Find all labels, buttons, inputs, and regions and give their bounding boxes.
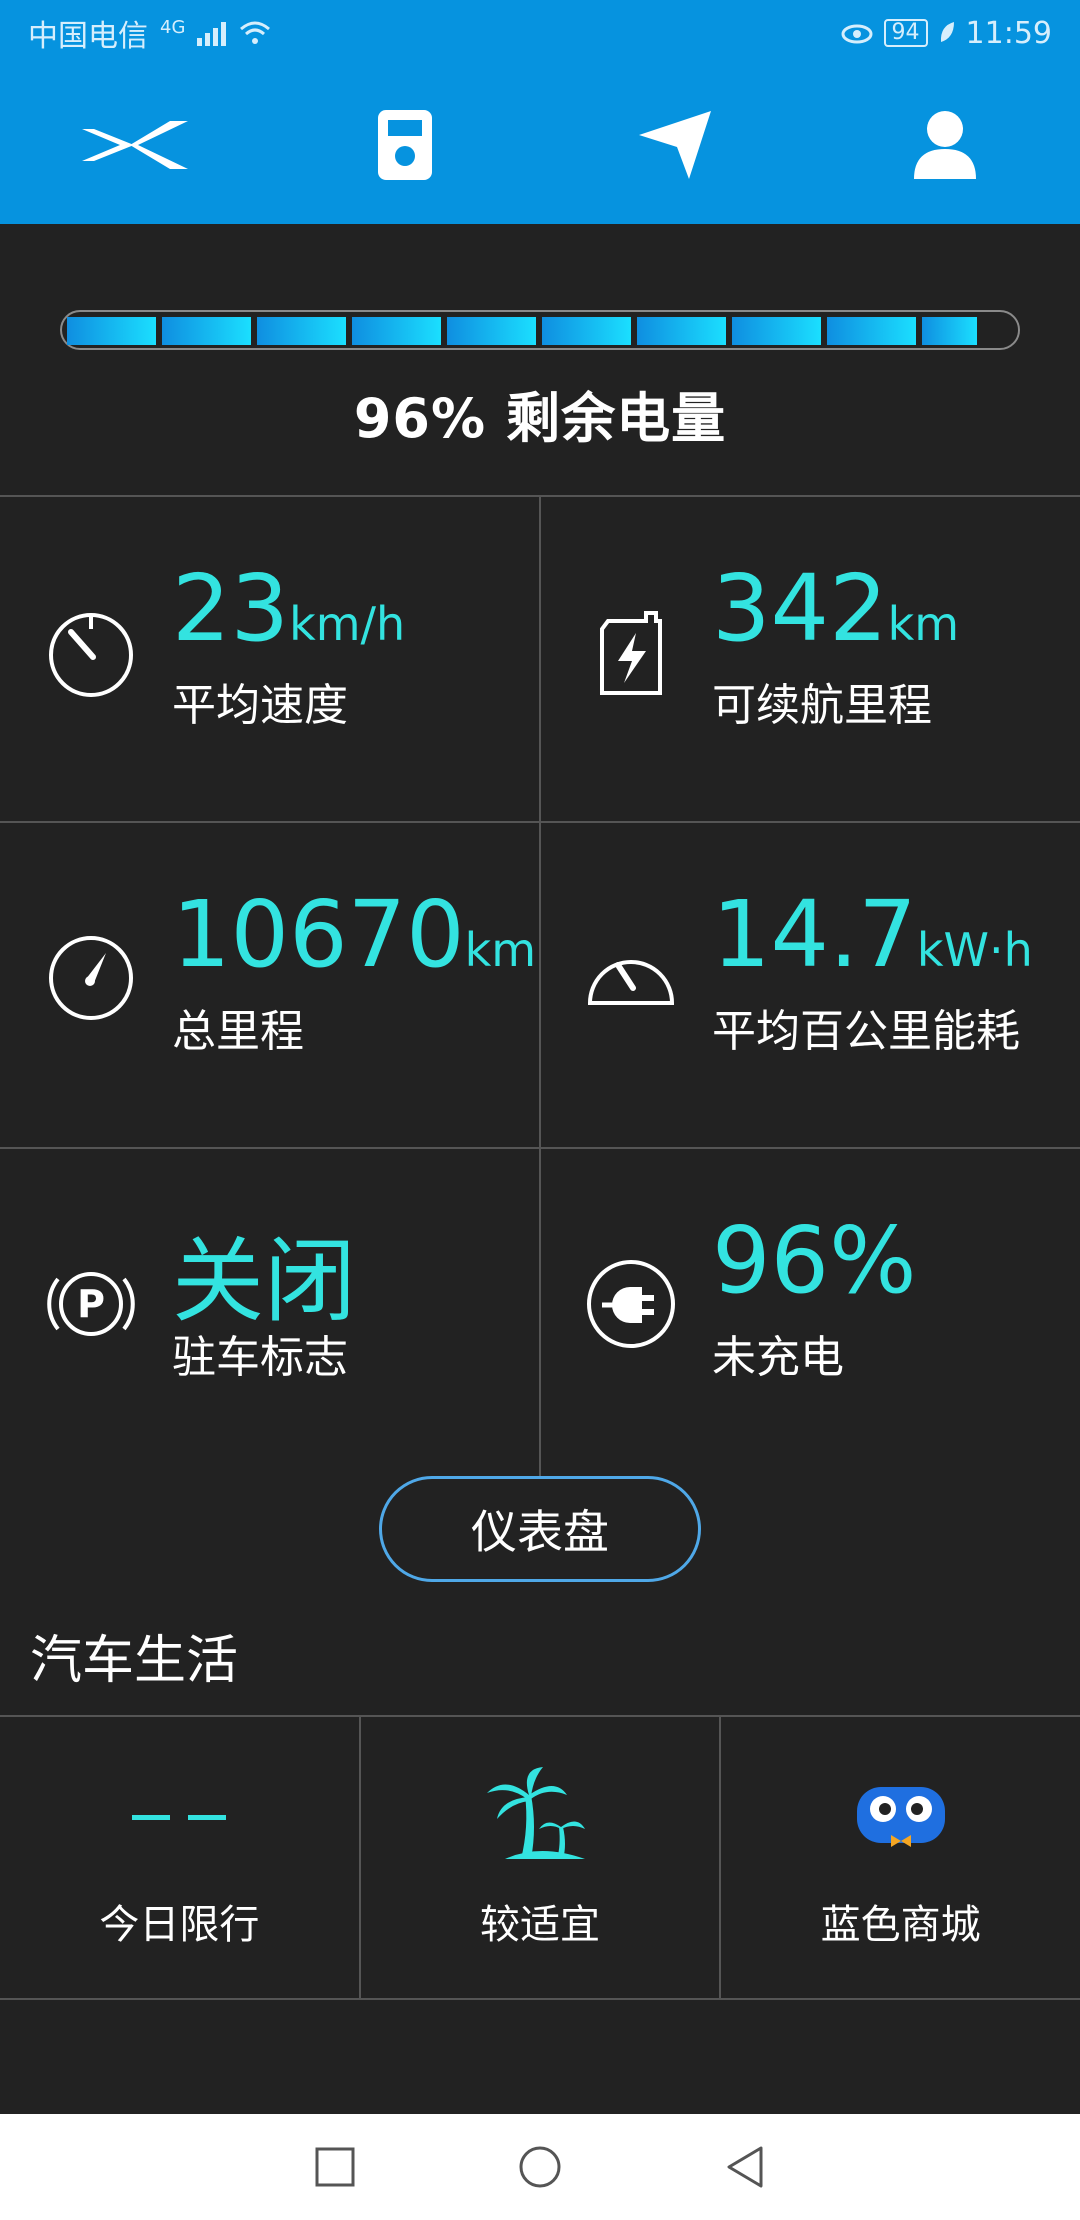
- car-life-item-weather[interactable]: 较适宜: [358, 1717, 720, 1998]
- speedometer-icon: [49, 936, 133, 1020]
- car-life-panel: 今日限行 较适宜 蓝色商城: [0, 1715, 1080, 2000]
- battery-caption: 剩余电量: [506, 387, 727, 450]
- system-nav-bar: [0, 2114, 1080, 2220]
- stat-value: 14.7kW·h: [712, 881, 1033, 988]
- stat-value: 342km: [712, 555, 960, 662]
- back-icon[interactable]: [715, 2137, 775, 2197]
- stat-label: 平均速度: [172, 680, 348, 731]
- stopwatch-icon: [49, 613, 133, 697]
- car-life-item-shop[interactable]: 蓝色商城: [719, 1717, 1080, 1998]
- car-life-item-traffic-restriction[interactable]: 今日限行: [0, 1717, 359, 1998]
- dashboard-button[interactable]: 仪表盘: [379, 1476, 701, 1582]
- battery-segment: [257, 317, 346, 345]
- stat-parking-brake: P 关闭 驻车标志: [0, 1149, 540, 1475]
- battery-segment: [162, 317, 251, 345]
- stat-charging-status: 96% 未充电: [540, 1149, 1080, 1475]
- stat-value: 23km/h: [172, 555, 406, 662]
- network-type: 4G: [160, 17, 186, 38]
- top-nav: [0, 66, 1080, 224]
- eye-comfort-icon: [841, 24, 873, 44]
- mascot-icon: [846, 1767, 956, 1867]
- navigation-arrow-icon[interactable]: [610, 80, 740, 210]
- battery-segment: [922, 317, 977, 345]
- stat-label: 可续航里程: [712, 680, 932, 731]
- carrier-name: 中国电信: [28, 19, 148, 54]
- stat-label: 未充电: [712, 1332, 844, 1383]
- xpeng-logo-icon[interactable]: [70, 80, 200, 210]
- battery-indicator: 94: [883, 19, 928, 47]
- battery-segment: [827, 317, 916, 345]
- stat-total-mileage: 10670km 总里程: [0, 823, 540, 1149]
- battery-segment: [447, 317, 536, 345]
- recent-apps-icon[interactable]: [305, 2137, 365, 2197]
- battery-segment: [637, 317, 726, 345]
- stat-range: 342km 可续航里程: [540, 497, 1080, 823]
- stat-energy-consumption: 14.7kW·h 平均百公里能耗: [540, 823, 1080, 1149]
- stat-label: 驻车标志: [172, 1332, 348, 1383]
- profile-icon[interactable]: [880, 80, 1010, 210]
- car-key-icon[interactable]: [340, 80, 470, 210]
- status-bar: 中国电信 4G 94 11:59: [0, 0, 1080, 66]
- stat-label: 总里程: [172, 1006, 304, 1057]
- plug-icon: [587, 1260, 675, 1348]
- battery-segment: [732, 317, 821, 345]
- stat-value: 96%: [712, 1207, 917, 1314]
- battery-segment: [352, 317, 441, 345]
- wifi-icon: [240, 21, 271, 44]
- car-life-label: 蓝色商城: [820, 1902, 981, 1948]
- stat-value: 10670km: [172, 881, 537, 988]
- battery-segment: [67, 317, 156, 345]
- battery-label: 96% 剩余电量: [0, 374, 1080, 453]
- signal-icon: [197, 20, 227, 46]
- car-life-label: 较适宜: [480, 1902, 600, 1948]
- battery-section: 96% 剩余电量: [0, 224, 1080, 496]
- gauge-icon: [587, 960, 675, 1005]
- stat-average-speed: 23km/h 平均速度: [0, 497, 540, 823]
- battery-level-bar: [60, 310, 1020, 350]
- stat-label: 平均百公里能耗: [712, 1006, 1020, 1057]
- palm-tree-icon: [485, 1767, 595, 1867]
- leaf-icon: [940, 22, 954, 42]
- battery-segment: [542, 317, 631, 345]
- svg-text:P: P: [77, 1282, 105, 1326]
- parking-brake-icon: P: [47, 1272, 135, 1336]
- clock: 11:59: [965, 15, 1052, 51]
- dash-placeholder-icon: [124, 1767, 234, 1867]
- car-life-title: 汽车生活: [30, 1631, 239, 1691]
- home-icon[interactable]: [510, 2137, 570, 2197]
- battery-percent: 96%: [353, 387, 487, 450]
- car-life-label: 今日限行: [99, 1902, 260, 1948]
- battery-charge-icon: [600, 611, 662, 695]
